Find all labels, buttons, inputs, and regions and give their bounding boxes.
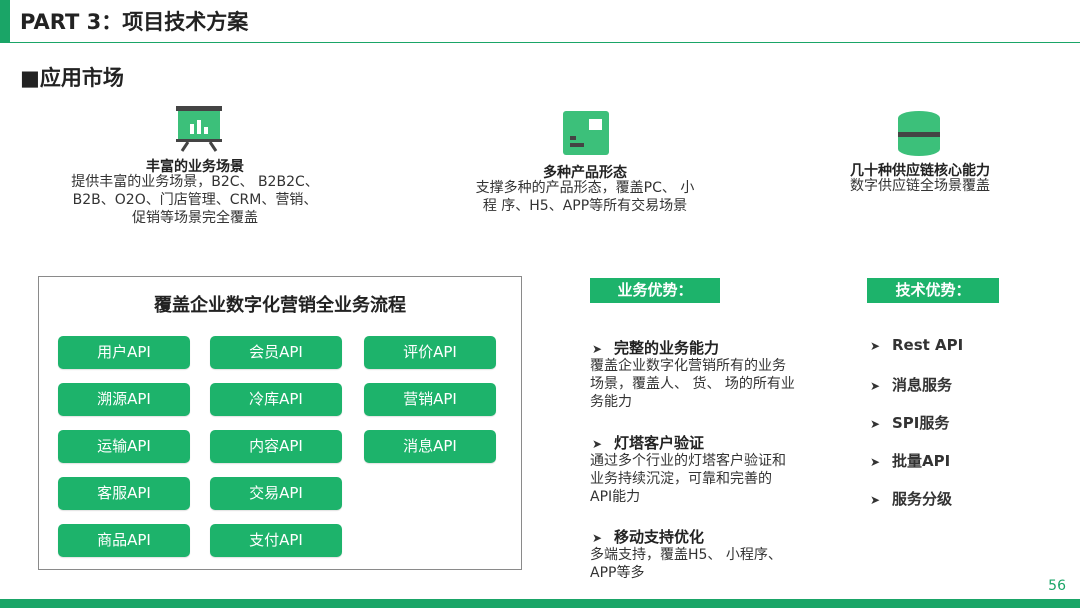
api-button-customer-service[interactable]: 客服API — [58, 477, 190, 510]
business-item-title: ➤ 灯塔客户验证 — [592, 434, 705, 452]
feature-desc-line: 提供丰富的业务场景，B2C、 B2B2C、 — [71, 174, 319, 190]
section-title: ■应用市场 — [20, 66, 124, 90]
api-button-cold-storage[interactable]: 冷库API — [210, 383, 342, 416]
tech-item-message-service: ➤ 消息服务 — [870, 376, 953, 394]
tech-item-service-tiering: ➤ 服务分级 — [870, 490, 953, 508]
business-advantage-badge: 业务优势： — [590, 278, 720, 303]
business-item-desc: 覆盖企业数字化营销所有的业务 场景，覆盖人、 货、 场的所有业 务能力 — [590, 358, 795, 410]
feature-supply-chain: 几十种供应链核心能力 数字供应链全场景覆盖 — [810, 108, 1030, 198]
tech-advantage-badge: 技术优势： — [867, 278, 999, 303]
business-item-desc: 通过多个行业的灯塔客户验证和 业务持续沉淀，可靠和完善的 API能力 — [590, 453, 786, 505]
feature-desc-line: 支撑多种的产品形态，覆盖PC、 小 — [475, 180, 695, 196]
feature-desc-line: 促销等场景完全覆盖 — [132, 210, 258, 226]
feature-business-scenarios: 丰富的业务场景 提供丰富的业务场景，B2C、 B2B2C、 B2B、O2O、门店… — [40, 100, 350, 235]
arrow-bullet-icon: ➤ — [870, 455, 881, 469]
footer-bar — [0, 599, 1080, 608]
feature-desc-line: 数字供应链全场景覆盖 — [850, 178, 990, 194]
browser-window-icon — [563, 111, 609, 155]
arrow-bullet-icon: ➤ — [592, 531, 603, 545]
feature-desc-line: B2B、O2O、门店管理、CRM、营销、 — [72, 192, 318, 208]
api-button-traceability[interactable]: 溯源API — [58, 383, 190, 416]
arrow-bullet-icon: ➤ — [592, 342, 603, 356]
api-button-trade[interactable]: 交易API — [210, 477, 342, 510]
api-button-user[interactable]: 用户API — [58, 336, 190, 369]
api-button-transport[interactable]: 运输API — [58, 430, 190, 463]
database-icon — [898, 111, 940, 156]
tech-item-spi-service: ➤ SPI服务 — [870, 414, 950, 432]
business-item-title: ➤ 完整的业务能力 — [592, 339, 720, 357]
api-button-product[interactable]: 商品API — [58, 524, 190, 557]
arrow-bullet-icon: ➤ — [870, 339, 881, 353]
arrow-bullet-icon: ➤ — [870, 379, 881, 393]
business-item-desc: 多端支持，覆盖H5、 小程序、 APP等多 — [590, 547, 782, 581]
api-button-message[interactable]: 消息API — [364, 430, 496, 463]
header-accent-bar — [0, 0, 10, 42]
arrow-bullet-icon: ➤ — [870, 417, 881, 431]
flow-title: 覆盖企业数字化营销全业务流程 — [154, 295, 406, 316]
business-item-title: ➤ 移动支持优化 — [592, 528, 705, 546]
business-flow-panel: 覆盖企业数字化营销全业务流程 用户API 会员API 评价API 溯源API 冷… — [38, 276, 522, 570]
api-button-member[interactable]: 会员API — [210, 336, 342, 369]
api-button-payment[interactable]: 支付API — [210, 524, 342, 557]
feature-desc-line: 程 序、H5、APP等所有交易场景 — [482, 198, 688, 214]
presentation-board-icon — [176, 106, 222, 152]
page-number: 56 — [1048, 578, 1066, 594]
api-button-content[interactable]: 内容API — [210, 430, 342, 463]
slide-header: PART 3：项目技术方案 — [0, 0, 1080, 43]
feature-product-forms: 多种产品形态 支撑多种的产品形态，覆盖PC、 小 程 序、H5、APP等所有交易… — [440, 108, 730, 218]
api-button-marketing[interactable]: 营销API — [364, 383, 496, 416]
arrow-bullet-icon: ➤ — [592, 437, 603, 451]
arrow-bullet-icon: ➤ — [870, 493, 881, 507]
tech-item-batch-api: ➤ 批量API — [870, 452, 951, 470]
api-button-review[interactable]: 评价API — [364, 336, 496, 369]
tech-item-rest-api: ➤ Rest API — [870, 336, 964, 354]
slide-title: PART 3：项目技术方案 — [20, 10, 249, 34]
